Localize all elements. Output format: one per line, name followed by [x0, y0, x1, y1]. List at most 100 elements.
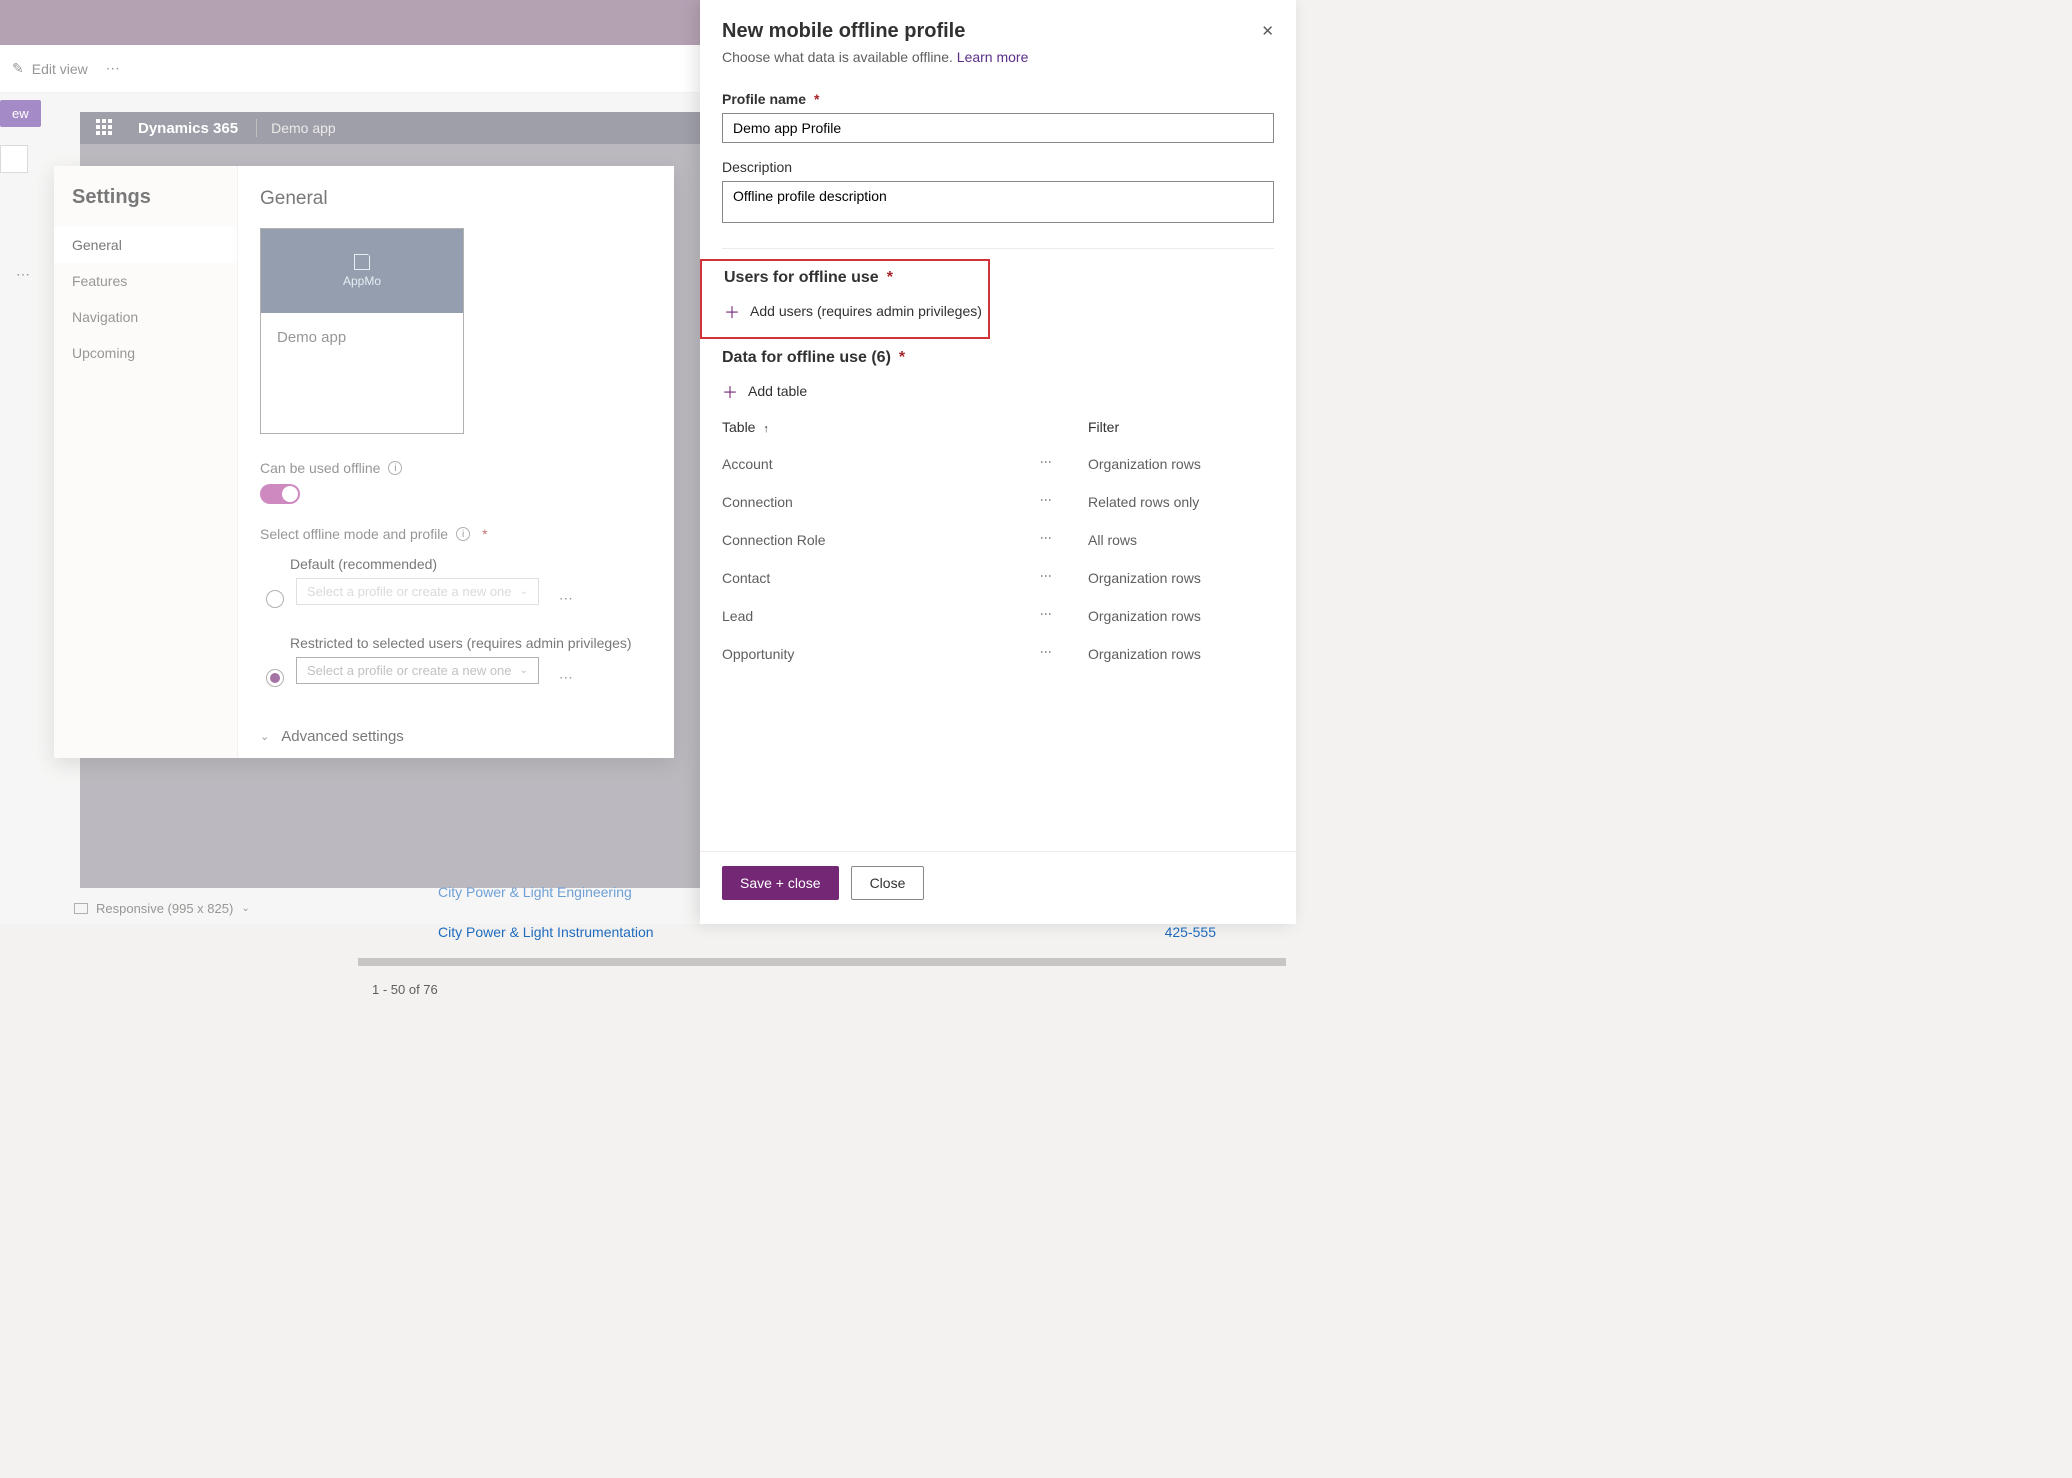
- row-more-icon[interactable]: ⋮: [1044, 646, 1048, 659]
- description-input[interactable]: Offline profile description: [722, 181, 1274, 223]
- offline-label: Can be used offline i: [260, 460, 652, 476]
- radio-option1-row[interactable]: Select a profile or create a new one ⌄ ⋯: [260, 578, 652, 619]
- edit-view-label[interactable]: Edit view: [32, 61, 88, 77]
- table-row[interactable]: Connection Role⋮All rows: [722, 521, 1274, 559]
- chevron-down-icon: ⌄: [520, 665, 528, 676]
- chevron-down-icon: ⌄: [520, 586, 528, 597]
- row-more-icon[interactable]: ⋮: [1044, 532, 1048, 545]
- users-title-text: Users for offline use: [724, 269, 879, 287]
- sort-up-icon: ↑: [763, 423, 769, 435]
- more-icon[interactable]: ⋯: [559, 590, 575, 607]
- table-header: Table ↑ Filter: [722, 409, 1274, 445]
- close-icon[interactable]: ✕: [1261, 22, 1274, 40]
- save-close-button[interactable]: Save + close: [722, 866, 839, 900]
- add-users-button[interactable]: ＋ Add users (requires admin privileges): [724, 293, 988, 329]
- close-button[interactable]: Close: [851, 866, 925, 900]
- required-indicator: *: [814, 91, 819, 107]
- header-divider: [256, 119, 257, 137]
- profile-name-label: Profile name *: [722, 91, 1274, 107]
- horizontal-scrollbar[interactable]: [358, 958, 1286, 966]
- radio-option2-label: Restricted to selected users (requires a…: [260, 635, 652, 651]
- more-icon[interactable]: ⋯: [106, 60, 122, 77]
- row-more-icon[interactable]: ⋮: [1044, 456, 1048, 469]
- settings-nav-upcoming[interactable]: Upcoming: [54, 335, 237, 371]
- col-table-header[interactable]: Table ↑: [722, 419, 1044, 435]
- select-mode-text: Select offline mode and profile: [260, 526, 448, 542]
- settings-nav-general[interactable]: General: [54, 227, 237, 263]
- settings-panel: Settings General Features Navigation Upc…: [54, 166, 674, 758]
- add-table-button[interactable]: ＋ Add table: [722, 373, 1274, 409]
- small-input-box[interactable]: [0, 145, 28, 173]
- advanced-settings-row[interactable]: ⌄ Advanced settings: [260, 728, 652, 745]
- row-filter: All rows: [1088, 532, 1274, 548]
- app-name-label: Demo app: [271, 120, 336, 136]
- row-table-name: Contact: [722, 570, 1044, 586]
- radio-icon[interactable]: [266, 590, 284, 608]
- settings-nav-features[interactable]: Features: [54, 263, 237, 299]
- row-filter: Organization rows: [1088, 456, 1274, 472]
- required-indicator: *: [887, 269, 893, 287]
- panel-subtitle: Choose what data is available offline. L…: [722, 49, 1274, 65]
- row-table-name: Opportunity: [722, 646, 1044, 662]
- advanced-label: Advanced settings: [281, 728, 404, 745]
- col-filter-header[interactable]: Filter: [1088, 419, 1274, 435]
- table-row[interactable]: Opportunity⋮ Organization rows: [722, 635, 1274, 673]
- table-row[interactable]: Connection⋮Related rows only: [722, 483, 1274, 521]
- row-phone: 425-555: [1165, 924, 1216, 940]
- pencil-icon: ✎: [12, 60, 24, 77]
- row-table-name: Connection: [722, 494, 1044, 510]
- pagination-label: 1 - 50 of 76: [358, 974, 1296, 1005]
- data-title-text: Data for offline use (6): [722, 349, 891, 367]
- row-table-name: Account: [722, 456, 1044, 472]
- row-filter: Organization rows: [1088, 646, 1274, 662]
- general-heading: General: [260, 188, 652, 210]
- panel-header: ✕ New mobile offline profile Choose what…: [700, 0, 1296, 75]
- app-tile-name: Demo app: [261, 313, 463, 433]
- select-placeholder: Select a profile or create a new one: [307, 663, 512, 678]
- table-row[interactable]: Contact⋮Organization rows: [722, 559, 1274, 597]
- radio-icon-checked[interactable]: [266, 669, 284, 687]
- info-icon[interactable]: i: [456, 527, 470, 541]
- add-table-label: Add table: [748, 383, 807, 399]
- broken-image-icon: [354, 254, 370, 270]
- select-placeholder: Select a profile or create a new one: [307, 584, 512, 599]
- brand-label: Dynamics 365: [138, 120, 238, 137]
- data-table-rows: Account⋮Organization rowsConnection⋮Rela…: [722, 445, 1274, 673]
- side-more-icon[interactable]: ⋯: [16, 266, 32, 283]
- divider: [722, 248, 1274, 249]
- new-button[interactable]: ew: [0, 100, 41, 127]
- panel-subtitle-text: Choose what data is available offline.: [722, 49, 953, 65]
- settings-nav-navigation[interactable]: Navigation: [54, 299, 237, 335]
- info-icon[interactable]: i: [388, 461, 402, 475]
- plus-icon: ＋: [724, 299, 740, 323]
- select-mode-label: Select offline mode and profile i *: [260, 526, 652, 542]
- learn-more-link[interactable]: Learn more: [957, 49, 1029, 65]
- row-name: City Power & Light Instrumentation: [438, 924, 1165, 940]
- settings-main: General AppMo Demo app Can be used offli…: [238, 166, 674, 758]
- required-indicator: *: [899, 349, 905, 367]
- offline-toggle[interactable]: [260, 484, 300, 504]
- profile-select-disabled: Select a profile or create a new one ⌄: [296, 578, 539, 605]
- responsive-footer[interactable]: Responsive (995 x 825) ⌄: [74, 901, 250, 916]
- col-table-label: Table: [722, 419, 755, 435]
- row-more-icon[interactable]: ⋮: [1044, 608, 1048, 621]
- table-row[interactable]: Account⋮ Organization rows: [722, 445, 1274, 483]
- row-more-icon[interactable]: ⋮: [1044, 570, 1048, 583]
- profile-name-input[interactable]: [722, 113, 1274, 143]
- radio-option1-label: Default (recommended): [260, 556, 652, 572]
- radio-option2-row[interactable]: Select a profile or create a new one ⌄ ⋯: [260, 657, 652, 698]
- description-label: Description: [722, 159, 1274, 175]
- profile-name-label-text: Profile name: [722, 91, 806, 107]
- panel-body: Profile name * Description Offline profi…: [700, 75, 1296, 851]
- users-section-title: Users for offline use *: [724, 269, 988, 287]
- row-filter: Organization rows: [1088, 608, 1274, 624]
- row-more-icon[interactable]: ⋮: [1044, 494, 1048, 507]
- profile-select[interactable]: Select a profile or create a new one ⌄: [296, 657, 539, 684]
- app-tile[interactable]: AppMo Demo app: [260, 228, 464, 434]
- settings-title: Settings: [54, 186, 237, 227]
- waffle-icon[interactable]: [96, 119, 114, 137]
- table-row[interactable]: Lead⋮Organization rows: [722, 597, 1274, 635]
- more-icon[interactable]: ⋯: [559, 669, 575, 686]
- required-indicator: *: [482, 526, 487, 542]
- responsive-label: Responsive (995 x 825): [96, 901, 233, 916]
